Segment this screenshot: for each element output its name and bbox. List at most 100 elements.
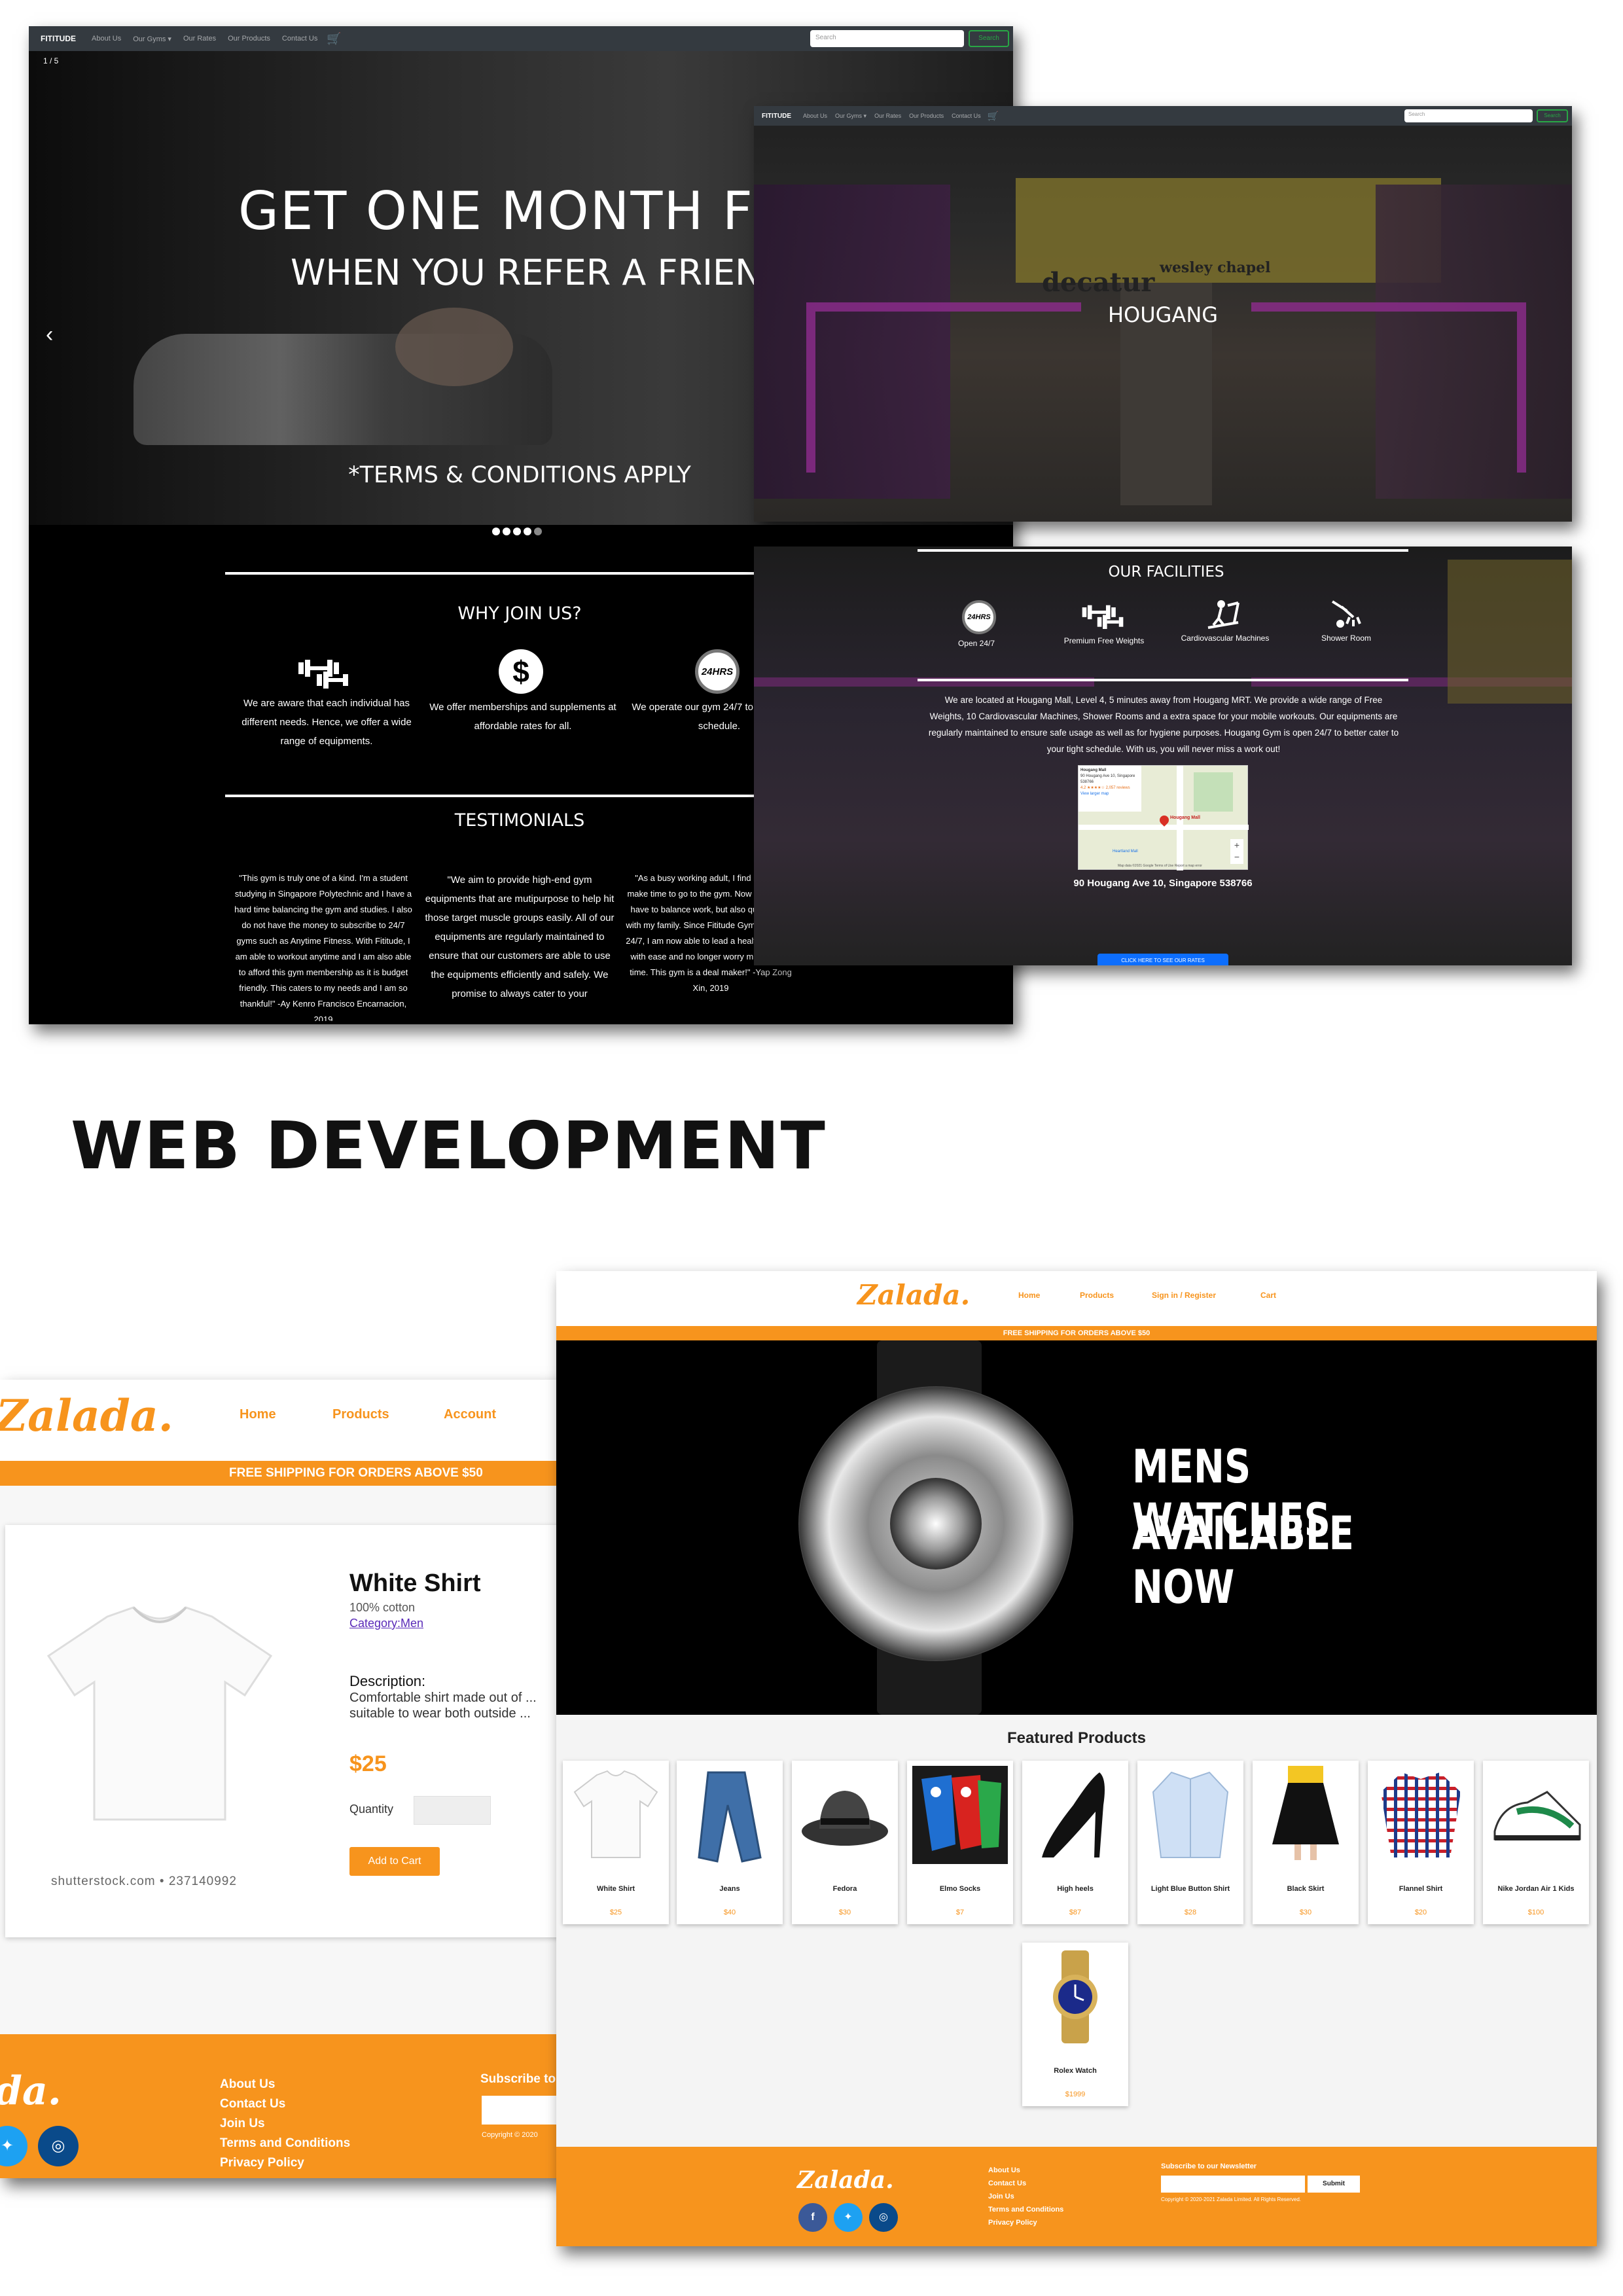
shipping-banner-text: FREE SHIPPING FOR ORDERS ABOVE $50 <box>1003 1329 1150 1337</box>
product-card[interactable]: Jeans $40 <box>677 1761 783 1924</box>
skirt-icon <box>1258 1766 1353 1864</box>
search-button[interactable]: Search <box>1537 109 1568 122</box>
product-card[interactable]: High heels $87 <box>1022 1761 1128 1924</box>
section-heading: WEB DEVELOPMENT <box>71 1107 827 1184</box>
twitter-icon[interactable]: ✦ <box>834 2203 863 2232</box>
product-card[interactable]: Fedora $30 <box>792 1761 898 1924</box>
cart-icon[interactable]: 🛒 <box>327 32 341 46</box>
product-name[interactable]: Fedora <box>792 1885 898 1893</box>
footer-about-us[interactable]: About Us <box>988 2166 1020 2174</box>
rates-button[interactable]: CLICK HERE TO SEE OUR RATES <box>1097 954 1228 965</box>
search-input[interactable]: Search <box>1404 109 1533 122</box>
indicator-5[interactable] <box>534 528 542 535</box>
footer-logo[interactable]: Zalada. <box>797 2166 894 2194</box>
product-name[interactable]: Jeans <box>677 1885 783 1893</box>
footer-contact-us[interactable]: Contact Us <box>988 2179 1026 2187</box>
product-name[interactable]: Nike Jordan Air 1 Kids <box>1483 1885 1589 1893</box>
nav-cart[interactable]: Cart <box>1260 1291 1276 1300</box>
indicator-4[interactable] <box>524 528 531 535</box>
footer-logo[interactable]: da. <box>0 2068 62 2114</box>
footer-privacy[interactable]: Privacy Policy <box>988 2219 1037 2227</box>
nav-products[interactable]: Products <box>1080 1291 1114 1300</box>
nav-our-products[interactable]: Our Products <box>228 35 270 43</box>
navbar: FITITUDE About Us Our Gyms ▾ Our Rates O… <box>29 26 1013 51</box>
product-card[interactable]: Nike Jordan Air 1 Kids $100 <box>1483 1761 1589 1924</box>
subscribe-email-input[interactable] <box>482 2096 563 2125</box>
description-text: Comfortable shirt made out of ... suitab… <box>349 1691 537 1721</box>
button-shirt-icon <box>1143 1766 1238 1864</box>
twitter-icon[interactable]: ✦ <box>0 2126 27 2166</box>
product-price: $30 <box>838 1909 851 1916</box>
shipping-banner-text: FREE SHIPPING FOR ORDERS ABOVE $50 <box>229 1466 483 1480</box>
facility-label-4: Shower Room <box>1321 634 1372 643</box>
footer-join-us[interactable]: Join Us <box>988 2193 1014 2200</box>
product-name[interactable]: White Shirt <box>563 1885 669 1893</box>
nav-contact-us[interactable]: Contact Us <box>952 113 981 119</box>
nav-our-gyms[interactable]: Our Gyms ▾ <box>133 35 171 43</box>
product-name[interactable]: Flannel Shirt <box>1368 1885 1474 1893</box>
instagram-icon[interactable]: ◎ <box>869 2203 898 2232</box>
nav-sign-in-register[interactable]: Sign in / Register <box>1152 1291 1216 1300</box>
footer-about-us[interactable]: About Us <box>220 2077 275 2092</box>
map-view-larger-link[interactable]: View larger map <box>1080 791 1139 797</box>
indicator-3[interactable] <box>513 528 521 535</box>
footer: Zalada. f ✦ ◎ About Us Contact Us Join U… <box>556 2147 1597 2246</box>
nav-our-rates[interactable]: Our Rates <box>183 35 216 43</box>
indicator-1[interactable] <box>492 528 500 535</box>
subscribe-submit-button[interactable]: Submit <box>1308 2176 1360 2193</box>
carousel-prev-arrow[interactable]: ‹ <box>46 322 53 348</box>
24hrs-icon: 24HRS <box>695 649 740 694</box>
facebook-icon[interactable]: f <box>798 2203 827 2232</box>
instagram-icon[interactable]: ◎ <box>38 2126 79 2166</box>
footer-contact-us[interactable]: Contact Us <box>220 2097 285 2111</box>
nav-our-gyms[interactable]: Our Gyms ▾ <box>835 113 866 120</box>
product-card[interactable]: Flannel Shirt $20 <box>1368 1761 1474 1924</box>
product-card: shutterstock.com • 237140992 White Shirt… <box>5 1525 563 1937</box>
product-category-link[interactable]: Category:Men <box>349 1617 423 1630</box>
map-rating: 4.2 ★★★★☆ 2,057 reviews <box>1080 786 1130 790</box>
nav-account[interactable]: Account <box>444 1407 496 1422</box>
footer-terms[interactable]: Terms and Conditions <box>220 2136 350 2151</box>
quantity-input[interactable] <box>414 1796 491 1825</box>
search-input[interactable]: Search <box>810 30 964 47</box>
product-card[interactable]: Light Blue Button Shirt $28 <box>1137 1761 1243 1924</box>
product-name[interactable]: Rolex Watch <box>1022 2067 1128 2075</box>
product-price: $100 <box>1527 1909 1544 1916</box>
facility-label-1: Open 24/7 <box>957 639 995 648</box>
nav-about-us[interactable]: About Us <box>803 113 827 119</box>
nav-our-products[interactable]: Our Products <box>909 113 944 119</box>
brand-logo[interactable]: FITITUDE <box>762 113 791 120</box>
about-text: We are located at Hougang Mall, Level 4,… <box>928 695 1399 754</box>
nav-our-rates[interactable]: Our Rates <box>874 113 901 119</box>
footer-join-us[interactable]: Join Us <box>220 2117 265 2131</box>
search-button[interactable]: Search <box>969 30 1009 47</box>
brand-logo[interactable]: FITITUDE <box>41 34 76 43</box>
footer-privacy[interactable]: Privacy Policy <box>220 2156 304 2170</box>
product-name[interactable]: Black Skirt <box>1253 1885 1359 1893</box>
nav-home[interactable]: Home <box>240 1407 276 1422</box>
cart-icon[interactable]: 🛒 <box>988 111 999 122</box>
product-name[interactable]: Light Blue Button Shirt <box>1137 1885 1243 1893</box>
product-name[interactable]: High heels <box>1022 1885 1128 1893</box>
product-price: $25 <box>349 1751 387 1776</box>
product-card[interactable]: Rolex Watch $1999 <box>1022 1943 1128 2106</box>
map-zoom-control[interactable]: + − <box>1230 839 1243 864</box>
product-card[interactable]: White Shirt $25 <box>563 1761 669 1924</box>
nav-products[interactable]: Products <box>332 1407 389 1422</box>
footer-terms[interactable]: Terms and Conditions <box>988 2206 1063 2214</box>
product-name[interactable]: Elmo Socks <box>907 1885 1013 1893</box>
nav-home[interactable]: Home <box>1018 1291 1040 1300</box>
subscribe-email-input[interactable] <box>1161 2176 1305 2193</box>
slide-counter: 1 / 5 <box>43 56 59 65</box>
google-map[interactable]: Hougang Mall 90 Hougang Ave 10, Singapor… <box>1078 765 1249 870</box>
nav-contact-us[interactable]: Contact Us <box>282 35 317 43</box>
add-to-cart-button[interactable]: Add to Cart <box>349 1847 440 1876</box>
zalada-logo[interactable]: Zalada. <box>0 1390 173 1441</box>
nav-about-us[interactable]: About Us <box>92 35 121 43</box>
product-card[interactable]: Elmo Socks $7 <box>907 1761 1013 1924</box>
jeans-icon <box>682 1766 777 1864</box>
indicator-2[interactable] <box>503 528 510 535</box>
zalada-logo[interactable]: Zalada. <box>857 1279 970 1311</box>
dumbbell-icon <box>297 657 349 690</box>
product-card[interactable]: Black Skirt $30 <box>1253 1761 1359 1924</box>
